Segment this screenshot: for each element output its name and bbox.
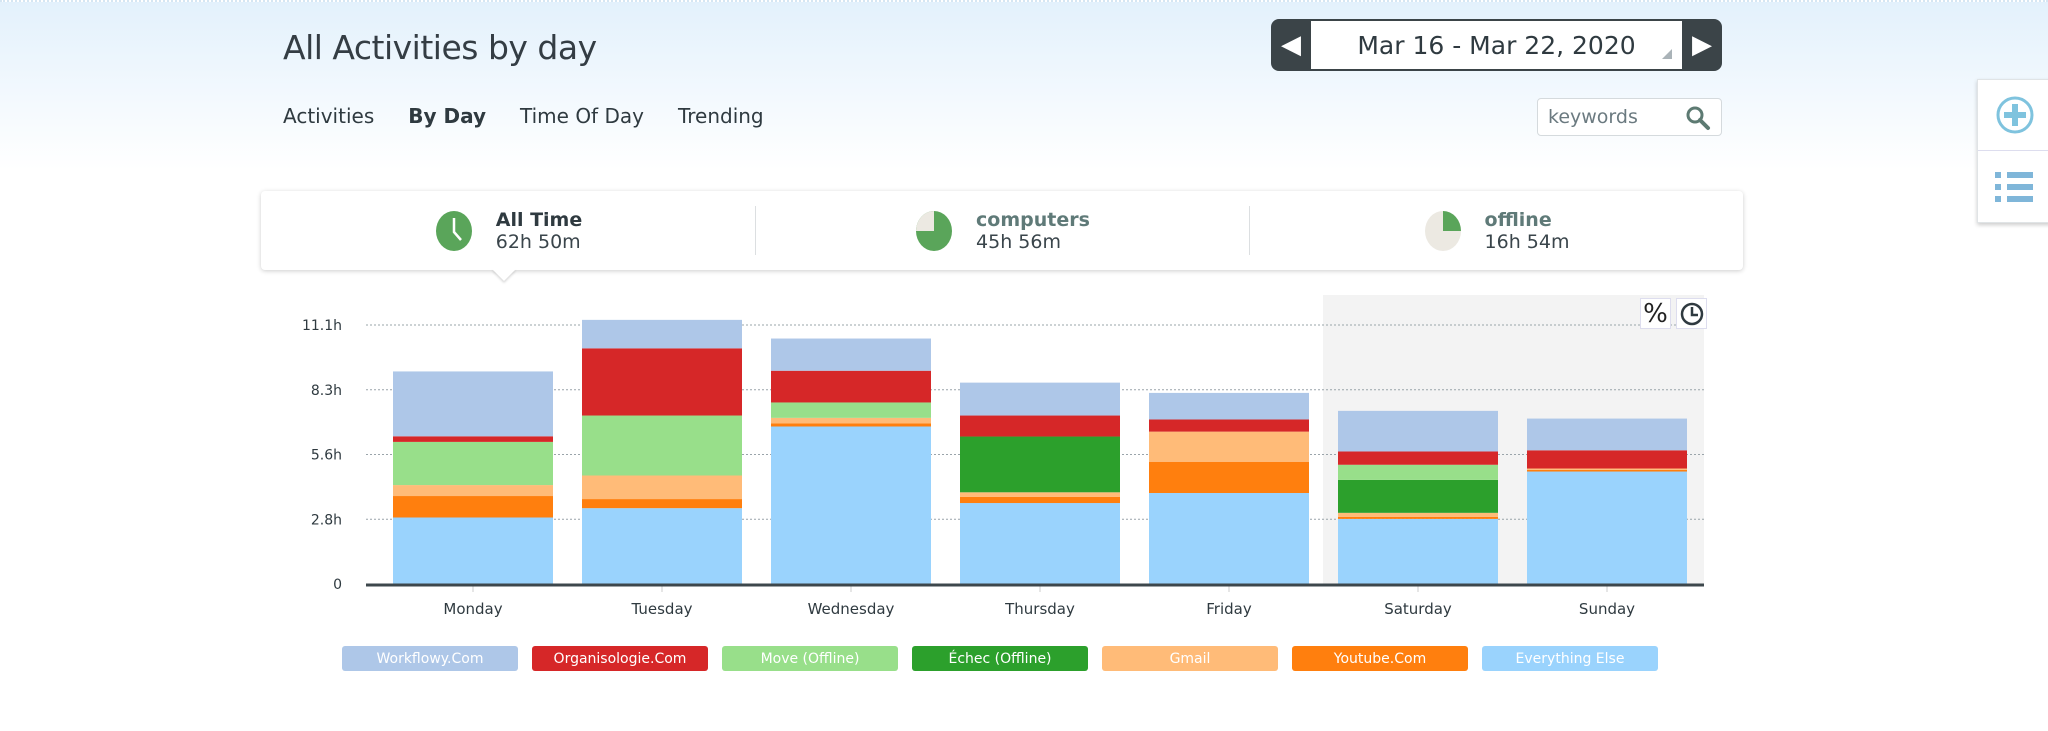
bar-segment[interactable]: [1338, 410, 1498, 452]
legend-item[interactable]: Move (Offline): [722, 646, 898, 671]
percent-toggle-button[interactable]: %: [1640, 298, 1671, 329]
y-tick-label: 11.1h: [302, 318, 342, 334]
bar-segment[interactable]: [1149, 493, 1309, 584]
bar-segment[interactable]: [1527, 471, 1687, 584]
bar-segment[interactable]: [582, 415, 742, 476]
bar-segment[interactable]: [1338, 516, 1498, 519]
bar-segment[interactable]: [960, 436, 1120, 493]
bar-segment[interactable]: [771, 426, 931, 585]
bar-segment[interactable]: [393, 436, 553, 442]
legend-item[interactable]: Organisologie.Com: [532, 646, 708, 671]
clock-icon: [1680, 302, 1703, 325]
y-tick-label: 0: [333, 577, 342, 593]
bar-segment[interactable]: [960, 496, 1120, 504]
x-tick-label: Thursday: [1004, 600, 1075, 618]
bar-segment[interactable]: [582, 319, 742, 349]
bar-segment[interactable]: [771, 338, 931, 371]
bar-segment[interactable]: [960, 415, 1120, 437]
bar-segment[interactable]: [960, 492, 1120, 497]
bar-segment[interactable]: [771, 423, 931, 427]
bar-segment[interactable]: [1338, 512, 1498, 517]
x-tick-label: Sunday: [1579, 600, 1635, 618]
bar-segment[interactable]: [393, 496, 553, 518]
x-tick-label: Monday: [443, 600, 502, 618]
x-tick-label: Friday: [1206, 600, 1252, 618]
y-tick-label: 5.6h: [311, 448, 342, 464]
legend-item[interactable]: Workflowy.Com: [342, 646, 518, 671]
bar-segment[interactable]: [1149, 461, 1309, 493]
bar-segment[interactable]: [1149, 419, 1309, 432]
bar-segment[interactable]: [393, 441, 553, 486]
legend-item[interactable]: Échec (Offline): [912, 646, 1088, 671]
bar-segment[interactable]: [582, 499, 742, 509]
bar-segment[interactable]: [1338, 464, 1498, 480]
x-tick-label: Wednesday: [808, 600, 895, 618]
bar-segment[interactable]: [1338, 518, 1498, 584]
bar-segment[interactable]: [1527, 450, 1687, 469]
bar-segment[interactable]: [1527, 468, 1687, 470]
legend-item[interactable]: Everything Else: [1482, 646, 1658, 671]
bar-segment[interactable]: [1149, 431, 1309, 462]
x-tick-label: Tuesday: [630, 600, 692, 618]
chart-legend: Workflowy.Com Organisologie.Com Move (Offl…: [342, 646, 1658, 671]
bar-segment[interactable]: [1527, 418, 1687, 451]
legend-item[interactable]: Gmail: [1102, 646, 1278, 671]
bar-segment[interactable]: [1527, 469, 1687, 472]
bar-segment[interactable]: [582, 508, 742, 584]
bar-segment[interactable]: [393, 371, 553, 437]
bar-segment[interactable]: [1338, 479, 1498, 513]
x-tick-label: Saturday: [1384, 600, 1452, 618]
time-toggle-button[interactable]: [1676, 298, 1707, 329]
bar-segment[interactable]: [582, 475, 742, 500]
bar-segment[interactable]: [960, 503, 1120, 584]
stacked-bar-chart: 0 2.8h 5.6h 8.3h 11.1h Monday Tuesday Wednesday…: [302, 318, 1704, 618]
bar-segment[interactable]: [771, 402, 931, 418]
bar-segment[interactable]: [393, 485, 553, 497]
legend-item[interactable]: Youtube.Com: [1292, 646, 1468, 671]
y-tick-label: 8.3h: [311, 383, 342, 399]
bar-segment[interactable]: [771, 370, 931, 403]
bar-segment[interactable]: [960, 382, 1120, 416]
bar-segment[interactable]: [582, 348, 742, 416]
bar-segment[interactable]: [771, 417, 931, 424]
bar-segment[interactable]: [393, 517, 553, 585]
bar-segment[interactable]: [1149, 392, 1309, 420]
y-tick-label: 2.8h: [311, 512, 342, 528]
bar-segment[interactable]: [1338, 451, 1498, 465]
